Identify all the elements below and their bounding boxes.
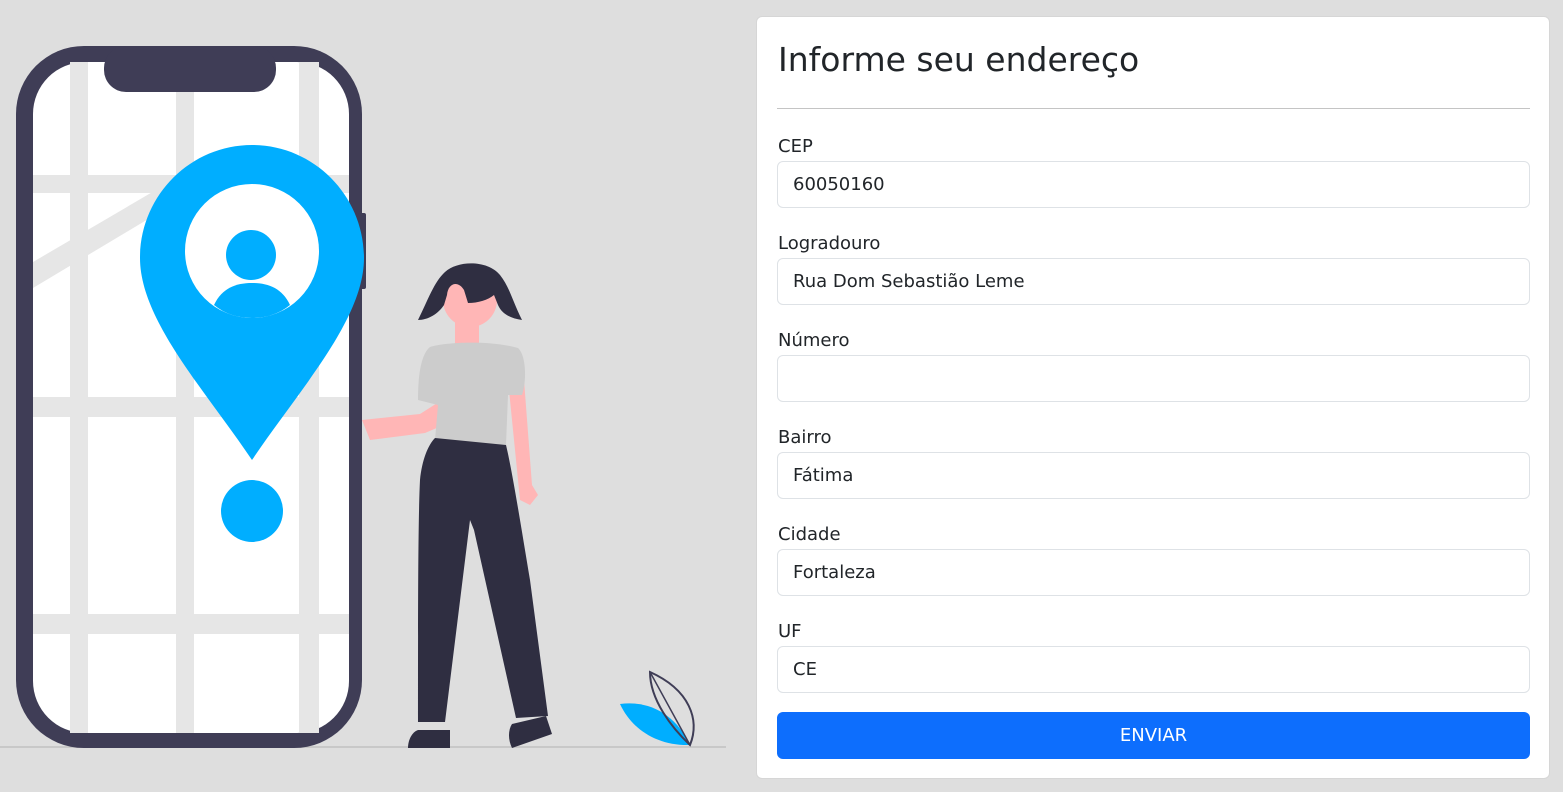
logradouro-label: Logradouro: [778, 233, 881, 254]
page: Informe seu endereço CEP Logradouro Núme…: [0, 0, 1563, 792]
numero-input[interactable]: [777, 355, 1530, 402]
location-illustration: [0, 46, 726, 748]
address-form-card: Informe seu endereço CEP Logradouro Núme…: [756, 16, 1550, 779]
cep-label: CEP: [778, 136, 813, 157]
title-divider: [777, 108, 1530, 109]
form-title: Informe seu endereço: [778, 40, 1140, 79]
logradouro-input[interactable]: [777, 258, 1530, 305]
smartphone-icon: [16, 46, 366, 748]
cep-input[interactable]: [777, 161, 1530, 208]
bairro-label: Bairro: [778, 427, 832, 448]
cidade-input[interactable]: [777, 549, 1530, 596]
numero-label: Número: [778, 330, 850, 351]
submit-button[interactable]: ENVIAR: [777, 712, 1530, 759]
uf-label: UF: [778, 621, 802, 642]
plant-leaf-icon: [620, 670, 695, 747]
person-figure: [362, 263, 552, 748]
bairro-input[interactable]: [777, 452, 1530, 499]
uf-input[interactable]: [777, 646, 1530, 693]
cidade-label: Cidade: [778, 524, 841, 545]
